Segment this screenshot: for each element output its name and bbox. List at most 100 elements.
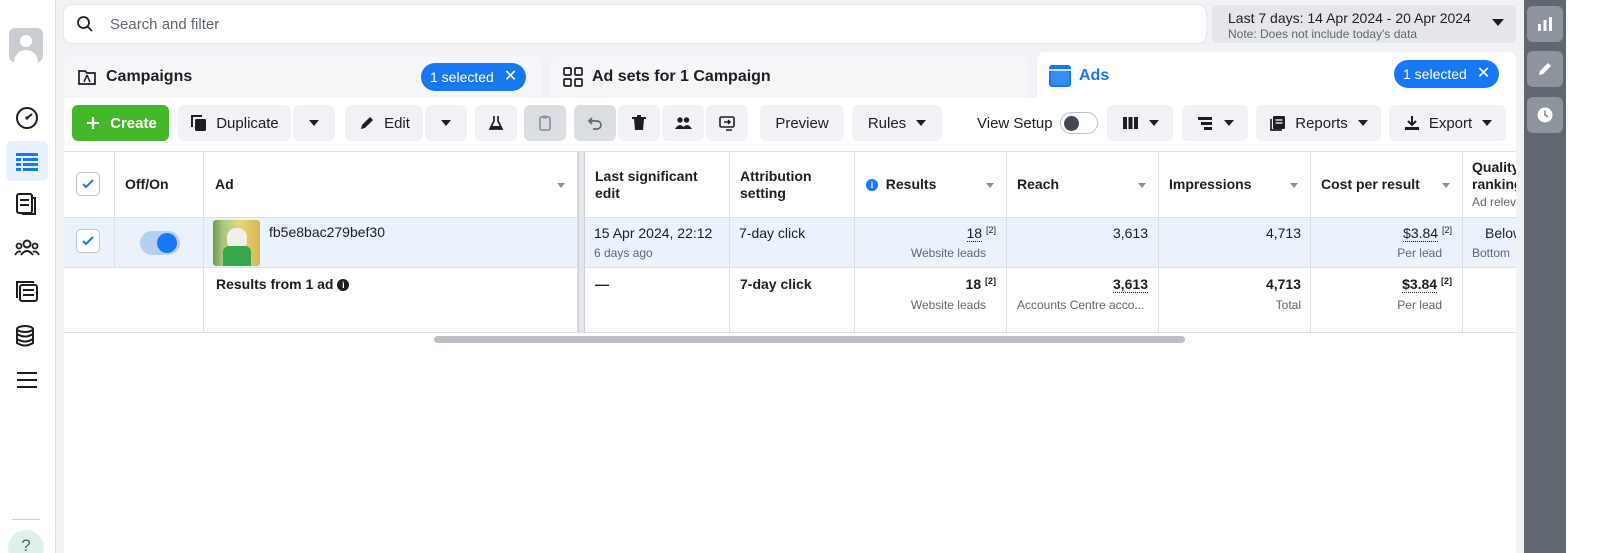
ab-test-button[interactable]: [475, 105, 517, 141]
results-value[interactable]: 18: [966, 225, 983, 242]
campaign-folder-icon: [76, 66, 98, 88]
header-last-edit[interactable]: Last significant edit: [585, 152, 730, 217]
row-checkbox[interactable]: [76, 229, 100, 253]
nav-all-tools[interactable]: [6, 360, 48, 400]
audience-button[interactable]: [662, 105, 704, 141]
nav-overview[interactable]: [6, 97, 48, 137]
last-edit-value: 15 Apr 2024, 22:12: [594, 225, 713, 241]
header-reach-label: Reach: [1017, 176, 1060, 192]
reach-value: 3,613: [1112, 225, 1148, 241]
date-range-note: Note: Does not include today's data: [1228, 27, 1418, 41]
summary-reach-wrap: 3,613: [1112, 276, 1148, 293]
summary-results-value: 18: [965, 276, 982, 292]
info-icon[interactable]: i: [866, 179, 878, 191]
ads-selected-pill[interactable]: 1 selected ✕: [1394, 60, 1500, 88]
charts-button[interactable]: [1527, 6, 1563, 42]
nav-billing[interactable]: [6, 316, 48, 356]
date-range-picker[interactable]: Last 7 days: 14 Apr 2024 - 20 Apr 2024 N…: [1212, 5, 1516, 43]
view-setup-label: View Setup: [977, 115, 1053, 132]
ad-window-icon: [1049, 65, 1071, 87]
right-rail-edge: [1566, 0, 1600, 553]
header-results[interactable]: i Results: [855, 152, 1007, 217]
nav-pages[interactable]: [6, 184, 48, 224]
nav-audiences[interactable]: [6, 228, 48, 268]
tab-campaigns[interactable]: Campaigns 1 selected ✕: [64, 55, 542, 99]
view-setup-toggle[interactable]: [1060, 112, 1098, 134]
breakdown-button[interactable]: [1182, 105, 1248, 141]
history-button[interactable]: [1527, 97, 1563, 133]
edit-dropdown[interactable]: [425, 105, 467, 141]
compare-button[interactable]: [706, 105, 748, 141]
clear-selection-icon[interactable]: ✕: [504, 69, 517, 85]
rules-button[interactable]: Rules: [852, 105, 942, 141]
ad-thumbnail[interactable]: [213, 220, 260, 266]
preview-button[interactable]: Preview: [760, 105, 844, 141]
reports-label: Reports: [1295, 114, 1348, 132]
summary-cost-value[interactable]: $3.84: [1402, 276, 1438, 293]
campaigns-selected-pill[interactable]: 1 selected ✕: [421, 63, 527, 91]
undo-icon: [587, 117, 602, 130]
cost-footnote: [2]: [1441, 225, 1452, 235]
clear-selection-icon[interactable]: ✕: [1477, 66, 1490, 82]
search-bar[interactable]: [64, 5, 1206, 43]
nav-divider: [12, 519, 40, 520]
search-input[interactable]: [110, 15, 1010, 33]
header-impressions[interactable]: Impressions: [1159, 152, 1311, 217]
table-grid-icon: [16, 153, 38, 171]
duplicate-dropdown[interactable]: [293, 105, 335, 141]
header-reach[interactable]: Reach: [1007, 152, 1159, 217]
header-off-on[interactable]: Off/On: [115, 152, 204, 217]
summary-label: Results from 1 ad: [216, 276, 334, 292]
ad-name[interactable]: fb5e8bac279bef30: [269, 224, 385, 240]
breakdown-icon: [1198, 117, 1212, 130]
table-row[interactable]: fb5e8bac279bef30 15 Apr 2024, 22:12 6 da…: [64, 218, 1516, 268]
paste-button[interactable]: [524, 105, 566, 141]
edit-button[interactable]: Edit: [345, 105, 423, 141]
ad-on-toggle[interactable]: [140, 231, 180, 255]
undo-button[interactable]: [574, 105, 616, 141]
row-cost: $3.84 [2] Per lead: [1311, 218, 1463, 267]
chevron-down-icon: [1482, 120, 1493, 126]
reports-button[interactable]: Reports: [1256, 105, 1381, 141]
help-button[interactable]: ?: [8, 530, 44, 553]
header-cost-per-result[interactable]: Cost per result: [1311, 152, 1463, 217]
chevron-down-icon: [441, 120, 451, 126]
account-avatar[interactable]: [9, 28, 43, 62]
impressions-value: 4,713: [1265, 225, 1301, 241]
tab-ads-label: Ads: [1079, 67, 1110, 84]
summary-reach-value[interactable]: 3,613: [1112, 276, 1148, 293]
chevron-down-icon: [1357, 120, 1368, 126]
columns-button[interactable]: [1107, 105, 1173, 141]
edit-panel-button[interactable]: [1527, 51, 1563, 87]
left-nav: ?: [0, 0, 56, 553]
frozen-column-divider[interactable]: [578, 152, 585, 333]
header-attribution[interactable]: Attribution setting: [730, 152, 855, 217]
database-icon: [16, 325, 34, 347]
header-checkbox-cell: [64, 152, 115, 217]
export-label: Export: [1428, 114, 1473, 132]
summary-label-cell: Results from 1 ad i: [204, 268, 578, 332]
sort-caret-icon: [1442, 183, 1450, 188]
select-all-checkbox[interactable]: [76, 172, 100, 196]
flask-icon: [488, 116, 504, 130]
tab-ads[interactable]: Ads 1 selected ✕: [1037, 52, 1516, 100]
header-results-wrap: i Results: [866, 176, 936, 193]
tab-ad-sets[interactable]: Ad sets for 1 Campaign: [550, 55, 1028, 99]
horizontal-scrollbar[interactable]: [434, 336, 1185, 343]
info-icon[interactable]: i: [337, 279, 350, 291]
nav-ads-manager[interactable]: [6, 141, 48, 181]
cost-value-wrap: $3.84 [2]: [1403, 225, 1452, 242]
create-button[interactable]: Create: [72, 105, 169, 141]
header-results-label: Results: [885, 176, 937, 192]
export-button[interactable]: Export: [1389, 105, 1506, 141]
ads-table: Off/On Ad Last significant edit Attribut…: [64, 151, 1516, 333]
header-quality[interactable]: Quality ranking Ad relev: [1463, 152, 1516, 217]
preview-label: Preview: [775, 114, 829, 132]
delete-button[interactable]: [618, 105, 660, 141]
pages-icon: [16, 193, 36, 215]
header-ad[interactable]: Ad: [204, 152, 578, 217]
cost-value[interactable]: $3.84: [1403, 225, 1439, 242]
duplicate-button[interactable]: Duplicate: [178, 105, 291, 141]
nav-media[interactable]: [6, 272, 48, 312]
row-results: 18 [2] Website leads: [855, 218, 1007, 267]
